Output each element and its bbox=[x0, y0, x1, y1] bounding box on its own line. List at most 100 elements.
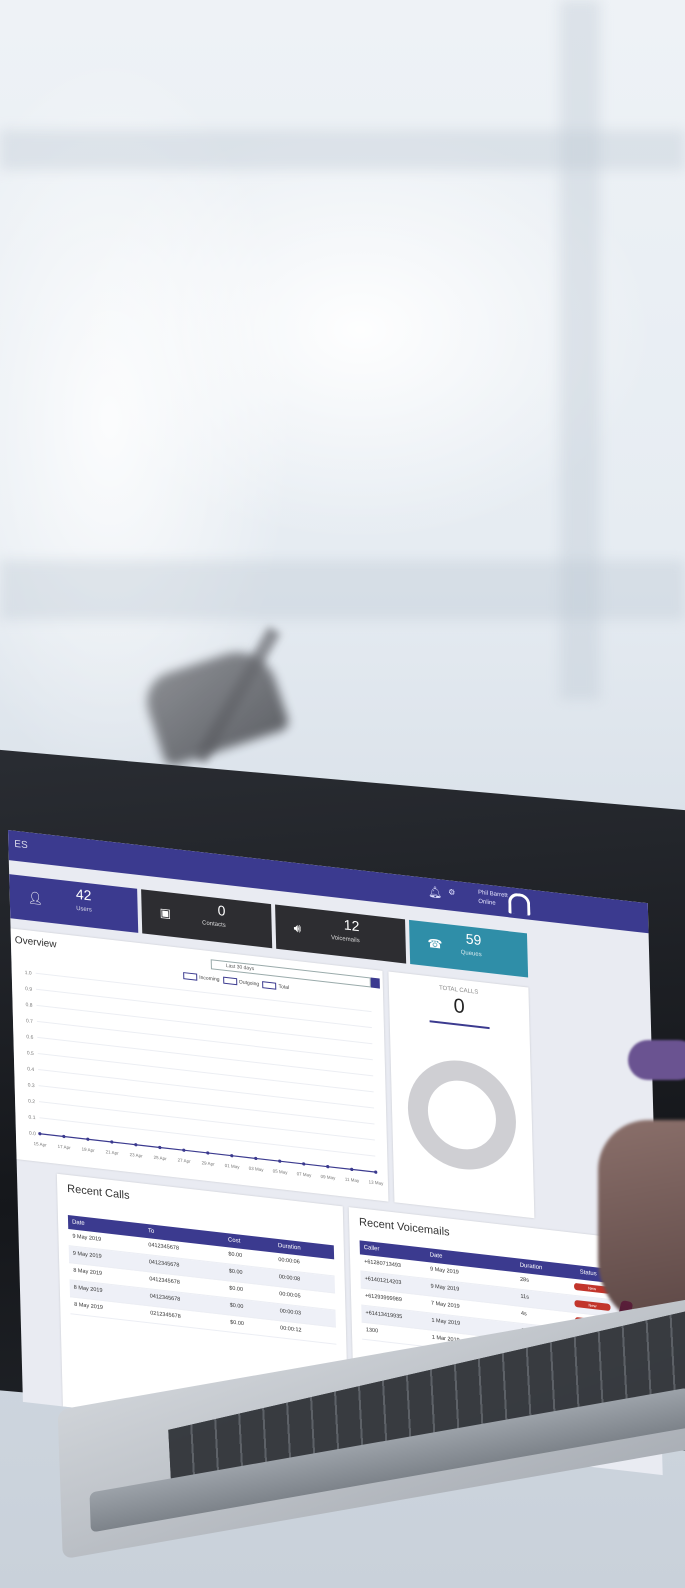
overview-card: Overview Last 30 days Incoming Outgoing … bbox=[10, 928, 389, 1202]
x-tick-label: 17 Apr bbox=[58, 1144, 72, 1151]
col-to[interactable]: To bbox=[148, 1228, 154, 1235]
data-point[interactable] bbox=[350, 1167, 354, 1172]
x-tick-label: 21 Apr bbox=[106, 1149, 120, 1156]
stat-voicemails[interactable]: 🔊︎ 12 Voicemails bbox=[275, 904, 407, 964]
y-tick-label: 0.9 bbox=[25, 986, 32, 993]
settings-icon[interactable]: ⚙︎ bbox=[448, 887, 455, 897]
data-point[interactable] bbox=[182, 1148, 186, 1152]
table-cell: 11s bbox=[520, 1293, 530, 1301]
table-cell: 0412345678 bbox=[149, 1276, 180, 1286]
x-tick-label: 23 Apr bbox=[130, 1152, 144, 1159]
col-caller[interactable]: Caller bbox=[364, 1245, 380, 1253]
gridline bbox=[37, 1036, 374, 1077]
bell-icon[interactable]: 🔔︎ bbox=[428, 885, 442, 900]
data-point[interactable] bbox=[326, 1165, 330, 1169]
y-tick-label: 0.4 bbox=[27, 1066, 34, 1073]
table-cell: 8 May 2019 bbox=[73, 1284, 103, 1294]
stat-queues-label: Queues bbox=[460, 949, 482, 959]
table-cell: $0.00 bbox=[229, 1302, 244, 1311]
col-status[interactable]: Status bbox=[580, 1269, 597, 1277]
speaker-icon: 🔊︎ bbox=[293, 920, 302, 936]
table-cell: +61293999989 bbox=[364, 1292, 402, 1304]
col-vm-duration[interactable]: Duration bbox=[520, 1263, 543, 1272]
table-cell: 00:00:12 bbox=[280, 1325, 302, 1334]
x-tick-label: 13 May bbox=[369, 1179, 385, 1186]
data-point[interactable] bbox=[374, 1170, 378, 1174]
stat-contacts-label: Contacts bbox=[202, 920, 226, 929]
table-cell: +61280713493 bbox=[364, 1258, 402, 1270]
gridline bbox=[36, 988, 372, 1029]
headset-icon[interactable] bbox=[507, 892, 531, 916]
user-icon: 👤︎ bbox=[27, 890, 44, 907]
table-cell: +61413419935 bbox=[365, 1310, 403, 1321]
y-tick-label: 0.8 bbox=[25, 1002, 32, 1009]
app-brand: ES bbox=[14, 838, 28, 852]
table-cell: 9 May 2019 bbox=[430, 1266, 459, 1276]
overview-line-chart: 0.0 0.1 0.2 0.3 0.4 0.5 0.6 0.7 0.8 0.9 1.0 15 Apr 1… bbox=[25, 970, 385, 1186]
data-point[interactable] bbox=[38, 1132, 42, 1136]
y-tick-label: 0.6 bbox=[26, 1034, 33, 1041]
col-cost[interactable]: Cost bbox=[228, 1237, 240, 1244]
total-calls-card: TOTAL CALLS 0 bbox=[388, 971, 535, 1219]
stat-users[interactable]: 👤︎ 42 Users bbox=[9, 874, 139, 933]
stat-queues[interactable]: ☎ 59 Queues bbox=[409, 919, 529, 978]
gridline bbox=[37, 1052, 374, 1093]
data-point[interactable] bbox=[62, 1134, 66, 1139]
table-cell: 9 May 2019 bbox=[72, 1250, 102, 1260]
data-point[interactable] bbox=[158, 1145, 162, 1150]
data-point[interactable] bbox=[206, 1151, 210, 1155]
data-point[interactable] bbox=[110, 1140, 114, 1144]
y-tick-label: 0.2 bbox=[28, 1098, 35, 1105]
data-point[interactable] bbox=[302, 1162, 306, 1166]
data-point[interactable] bbox=[86, 1137, 90, 1141]
x-tick-label: 07 May bbox=[297, 1171, 313, 1178]
table-cell: 9 May 2019 bbox=[430, 1283, 460, 1293]
x-tick-label: 25 Apr bbox=[154, 1155, 168, 1162]
col-date[interactable]: Date bbox=[72, 1219, 85, 1226]
table-cell: 00:00:08 bbox=[278, 1274, 301, 1283]
x-tick-label: 09 May bbox=[321, 1174, 337, 1181]
data-point[interactable] bbox=[230, 1154, 234, 1158]
table-cell: $0.00 bbox=[228, 1251, 243, 1259]
table-cell: 0412345678 bbox=[148, 1259, 180, 1269]
date-range-button[interactable] bbox=[370, 977, 380, 989]
gridline bbox=[38, 1069, 375, 1109]
table-cell: 0412345678 bbox=[149, 1293, 181, 1303]
table-cell: +61401214203 bbox=[364, 1275, 402, 1287]
table-cell: 1 May 2019 bbox=[431, 1317, 461, 1327]
stat-contacts[interactable]: ▣ 0 Contacts bbox=[141, 889, 273, 949]
table-cell: 00:00:06 bbox=[278, 1257, 300, 1266]
total-calls-underline bbox=[429, 1020, 490, 1030]
legend-total: Total bbox=[278, 983, 290, 992]
table-cell: 1300 bbox=[365, 1327, 379, 1335]
table-cell: 9 May 2019 bbox=[72, 1233, 102, 1243]
data-point[interactable] bbox=[254, 1156, 258, 1161]
col-vm-date[interactable]: Date bbox=[430, 1252, 443, 1259]
data-point[interactable] bbox=[134, 1143, 138, 1147]
x-tick-label: 03 May bbox=[249, 1166, 265, 1173]
stat-voicemails-label: Voicemails bbox=[330, 934, 360, 945]
status-badge[interactable]: New bbox=[574, 1299, 611, 1312]
purple-object bbox=[628, 1040, 685, 1080]
y-tick-label: 0.3 bbox=[28, 1082, 35, 1089]
table-cell: 00:00:03 bbox=[279, 1308, 302, 1317]
total-calls-donut bbox=[407, 1060, 516, 1170]
stat-users-value: 42 bbox=[75, 885, 92, 904]
table-cell: 7 May 2019 bbox=[430, 1300, 460, 1310]
x-tick-label: 19 Apr bbox=[82, 1147, 96, 1154]
table-cell: $0.00 bbox=[229, 1285, 244, 1294]
table-cell: 0212345678 bbox=[150, 1310, 181, 1320]
col-duration[interactable]: Duration bbox=[278, 1243, 301, 1252]
x-tick-label: 11 May bbox=[345, 1177, 360, 1184]
data-point[interactable] bbox=[278, 1159, 282, 1163]
table-cell: 8 May 2019 bbox=[74, 1301, 104, 1312]
y-tick-label: 0.1 bbox=[28, 1114, 35, 1121]
stat-queues-value: 59 bbox=[465, 930, 482, 949]
user-status: Online bbox=[478, 898, 496, 907]
table-cell: 00:00:05 bbox=[279, 1291, 301, 1300]
phone-icon: ☎ bbox=[427, 935, 443, 952]
x-tick-label: 01 May bbox=[225, 1163, 241, 1170]
table-cell: 28s bbox=[519, 1276, 530, 1284]
gridline bbox=[38, 1085, 375, 1125]
table-cell: 8 May 2019 bbox=[73, 1267, 103, 1277]
